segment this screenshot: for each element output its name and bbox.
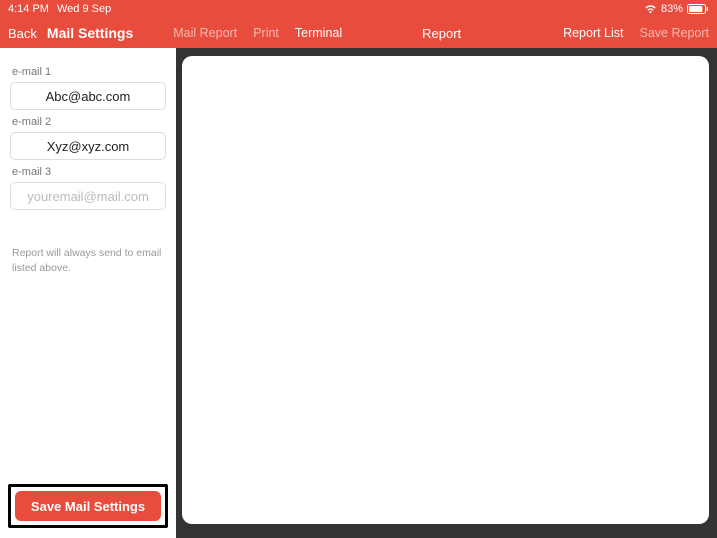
help-text: Report will always send to email listed … xyxy=(10,246,166,275)
report-canvas xyxy=(182,56,709,524)
battery-icon xyxy=(687,4,709,14)
main-area xyxy=(176,48,717,538)
tab-save-report[interactable]: Save Report xyxy=(640,26,709,40)
battery-percent: 83% xyxy=(661,3,683,15)
status-date: Wed 9 Sep xyxy=(57,3,111,15)
save-button-highlight: Save Mail Settings xyxy=(8,484,168,528)
tab-report-list[interactable]: Report List xyxy=(563,26,623,40)
email2-label: e-mail 2 xyxy=(12,116,166,128)
status-bar: 4:14 PM Wed 9 Sep 83% xyxy=(0,0,717,18)
tab-terminal[interactable]: Terminal xyxy=(295,26,342,40)
sidebar: e-mail 1 e-mail 2 e-mail 3 Report will a… xyxy=(0,48,176,538)
tab-print[interactable]: Print xyxy=(253,26,279,40)
email3-label: e-mail 3 xyxy=(12,166,166,178)
status-left: 4:14 PM Wed 9 Sep xyxy=(8,3,111,15)
status-time: 4:14 PM xyxy=(8,3,49,15)
email3-input[interactable] xyxy=(10,182,166,210)
header-bar: Back Mail Settings Mail Report Print Ter… xyxy=(0,18,717,48)
header-left: Back Mail Settings xyxy=(8,25,133,41)
email2-input[interactable] xyxy=(10,132,166,160)
page-title: Mail Settings xyxy=(47,25,133,41)
wifi-icon xyxy=(644,4,657,14)
email1-input[interactable] xyxy=(10,82,166,110)
content: e-mail 1 e-mail 2 e-mail 3 Report will a… xyxy=(0,48,717,538)
tab-report[interactable]: Report xyxy=(422,26,461,41)
back-button[interactable]: Back xyxy=(8,26,37,41)
email1-label: e-mail 1 xyxy=(12,66,166,78)
status-right: 83% xyxy=(644,3,709,15)
tab-mail-report[interactable]: Mail Report xyxy=(173,26,237,40)
header-tabs: Mail Report Print Terminal Report Report… xyxy=(173,26,709,41)
save-mail-settings-button[interactable]: Save Mail Settings xyxy=(15,491,161,521)
